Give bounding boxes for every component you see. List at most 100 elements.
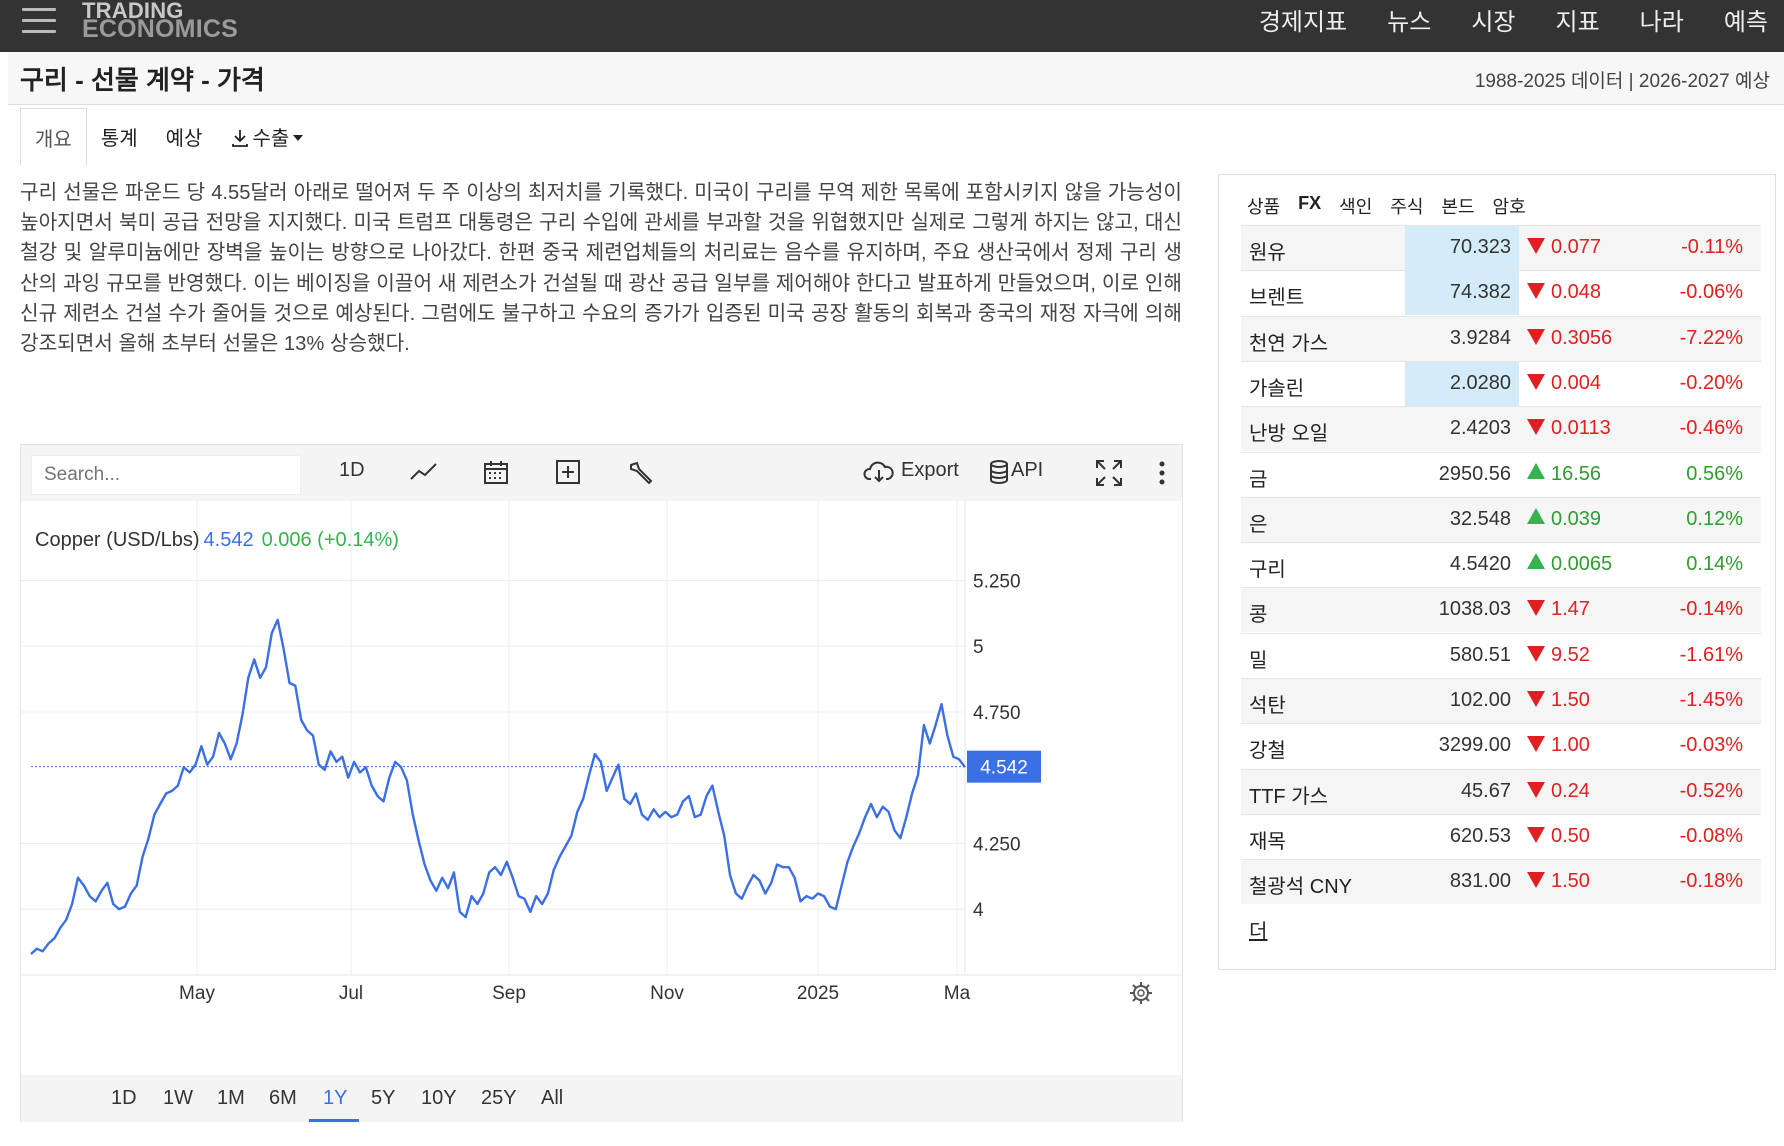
market-row[interactable]: 천연 가스 3.9284 0.3056 -7.22% [1241,315,1761,361]
market-row-change: 0.0113 [1527,417,1611,440]
menu-icon[interactable] [22,8,56,38]
market-row-name[interactable]: 가솔린 [1249,372,1304,401]
market-row-pct: -0.18% [1679,870,1743,893]
market-tab-bonds[interactable]: 본드 [1441,193,1474,219]
price-chart[interactable]: 4 4.250 4.750 5 5.250 May Jul Sep Nov 2025 Ma 4.542 [21,501,1182,1075]
cloud-download-icon[interactable] [863,459,895,485]
market-row-name[interactable]: 브렌트 [1249,281,1304,310]
market-row-name[interactable]: TTF 가스 [1249,780,1328,809]
settings-gear-icon[interactable] [1130,982,1152,1004]
more-options-icon[interactable] [1157,459,1167,487]
market-row[interactable]: 콩 1038.03 1.47 -0.14% [1241,587,1761,633]
x-tick-label: Sep [492,983,526,1004]
wrench-icon[interactable] [627,459,655,487]
tab-stats[interactable]: 통계 [87,108,152,166]
page-title: 구리 - 선물 계약 - 가격 [20,65,265,95]
market-row[interactable]: 은 32.548 0.039 0.12% [1241,496,1761,542]
nav-countries[interactable]: 나라 [1640,6,1684,40]
market-row-name[interactable]: 금 [1249,463,1267,492]
range-1y[interactable]: 1Y [323,1087,347,1110]
market-tab-fx[interactable]: FX [1298,193,1321,219]
tab-forecast[interactable]: 예상 [152,108,217,166]
tab-overview[interactable]: 개요 [20,108,87,166]
range-all[interactable]: All [541,1087,563,1110]
market-row[interactable]: 밀 580.51 9.52 -1.61% [1241,632,1761,678]
calendar-icon[interactable] [483,459,509,485]
database-icon [990,460,1008,484]
market-row[interactable]: 재목 620.53 0.50 -0.08% [1241,813,1761,859]
chart-legend: Copper (USD/Lbs) 4.542 0.006 (+0.14%) [35,529,399,552]
market-row-name[interactable]: 원유 [1249,236,1286,265]
interval-button[interactable]: 1D [339,459,365,482]
market-row-name[interactable]: 은 [1249,508,1267,537]
range-25y[interactable]: 25Y [481,1087,517,1110]
export-button[interactable]: Export [901,459,959,482]
range-1w[interactable]: 1W [163,1087,193,1110]
price-series-line [30,618,966,955]
legend-price: 4.542 [203,529,254,551]
market-row-name[interactable]: 구리 [1249,553,1286,582]
market-row-name[interactable]: 밀 [1249,644,1267,673]
market-tab-indexes[interactable]: 색인 [1339,193,1372,219]
market-row[interactable]: 원유 70.323 0.077 -0.11% [1241,225,1761,270]
nav-indicators[interactable]: 지표 [1555,6,1599,40]
market-row-change: 0.048 [1527,281,1601,304]
chart-search-input[interactable] [31,455,301,495]
market-row-change: 0.077 [1527,236,1601,259]
market-row[interactable]: 구리 4.5420 0.0065 0.14% [1241,542,1761,587]
market-tab-crypto[interactable]: 암호 [1493,193,1526,219]
range-5y[interactable]: 5Y [371,1087,395,1110]
market-row[interactable]: 브렌트 74.382 0.048 -0.06% [1241,270,1761,316]
market-row-name[interactable]: 석탄 [1249,689,1286,718]
market-row-price: 3.9284 [1449,326,1511,349]
market-row-name[interactable]: 천연 가스 [1249,327,1328,356]
nav-forecasts[interactable]: 예측 [1724,6,1768,40]
more-link[interactable]: 더 [1249,915,1267,944]
nav-news[interactable]: 뉴스 [1387,6,1431,40]
y-tick-label: 4.750 [973,703,1021,724]
line-chart-icon[interactable] [409,459,439,485]
market-tab-stocks[interactable]: 주식 [1390,193,1423,219]
title-bar: 구리 - 선물 계약 - 가격 1988-2025 데이터 | 2026-202… [8,52,1784,105]
market-row-price: 2.0280 [1405,361,1519,406]
market-row[interactable]: 강철 3299.00 1.00 -0.03% [1241,723,1761,768]
market-tab-commodities[interactable]: 상품 [1247,193,1280,219]
range-1d[interactable]: 1D [111,1087,137,1110]
arrow-up-icon [1527,462,1545,479]
market-row-change: 0.50 [1527,825,1590,848]
data-range-text: 1988-2025 데이터 | 2026-2027 예상 [1474,71,1770,92]
market-row-change: 0.3056 [1527,327,1612,350]
market-row-pct: -0.11% [1681,236,1743,258]
site-logo[interactable]: TRADING ECONOMICS [82,0,238,42]
market-row-price: 70.323 [1405,226,1519,270]
market-row-name[interactable]: 철광석 CNY [1249,870,1352,899]
market-row-name[interactable]: 재목 [1249,825,1286,854]
market-row[interactable]: 철광석 CNY 831.00 1.50 -0.18% [1241,859,1761,905]
market-row-change: 0.039 [1527,507,1602,531]
nav-markets[interactable]: 시장 [1471,6,1515,40]
market-row-price: 102.00 [1449,689,1511,711]
market-row-name[interactable]: 콩 [1249,598,1267,627]
add-indicator-icon[interactable] [555,459,581,485]
main-nav: 경제지표 뉴스 시장 지표 나라 예측 [1219,6,1768,40]
range-1m[interactable]: 1M [217,1087,245,1110]
api-button[interactable]: API [1011,459,1043,482]
market-row-price: 74.382 [1405,271,1519,316]
market-row-name[interactable]: 강철 [1249,734,1286,763]
range-6m[interactable]: 6M [269,1087,297,1110]
market-row-change-value: 0.039 [1551,507,1602,530]
nav-economic-indicators[interactable]: 경제지표 [1259,6,1347,40]
market-row[interactable]: 난방 오일 2.4203 0.0113 -0.46% [1241,406,1761,452]
market-row[interactable]: TTF 가스 45.67 0.24 -0.52% [1241,768,1761,814]
market-row[interactable]: 석탄 102.00 1.50 -1.45% [1241,678,1761,723]
arrow-down-icon [1527,283,1545,300]
range-10y[interactable]: 10Y [421,1087,457,1110]
tab-export[interactable]: 수출 [216,108,317,166]
market-row[interactable]: 가솔린 2.0280 0.004 -0.20% [1241,360,1761,406]
market-row-change-value: 0.077 [1551,236,1602,258]
market-row-price: 1038.03 [1438,598,1511,621]
market-row[interactable]: 금 2950.56 16.56 0.56% [1241,451,1761,497]
arrow-down-icon [1527,826,1545,843]
fullscreen-icon[interactable] [1095,459,1123,487]
market-row-name[interactable]: 난방 오일 [1249,417,1328,446]
